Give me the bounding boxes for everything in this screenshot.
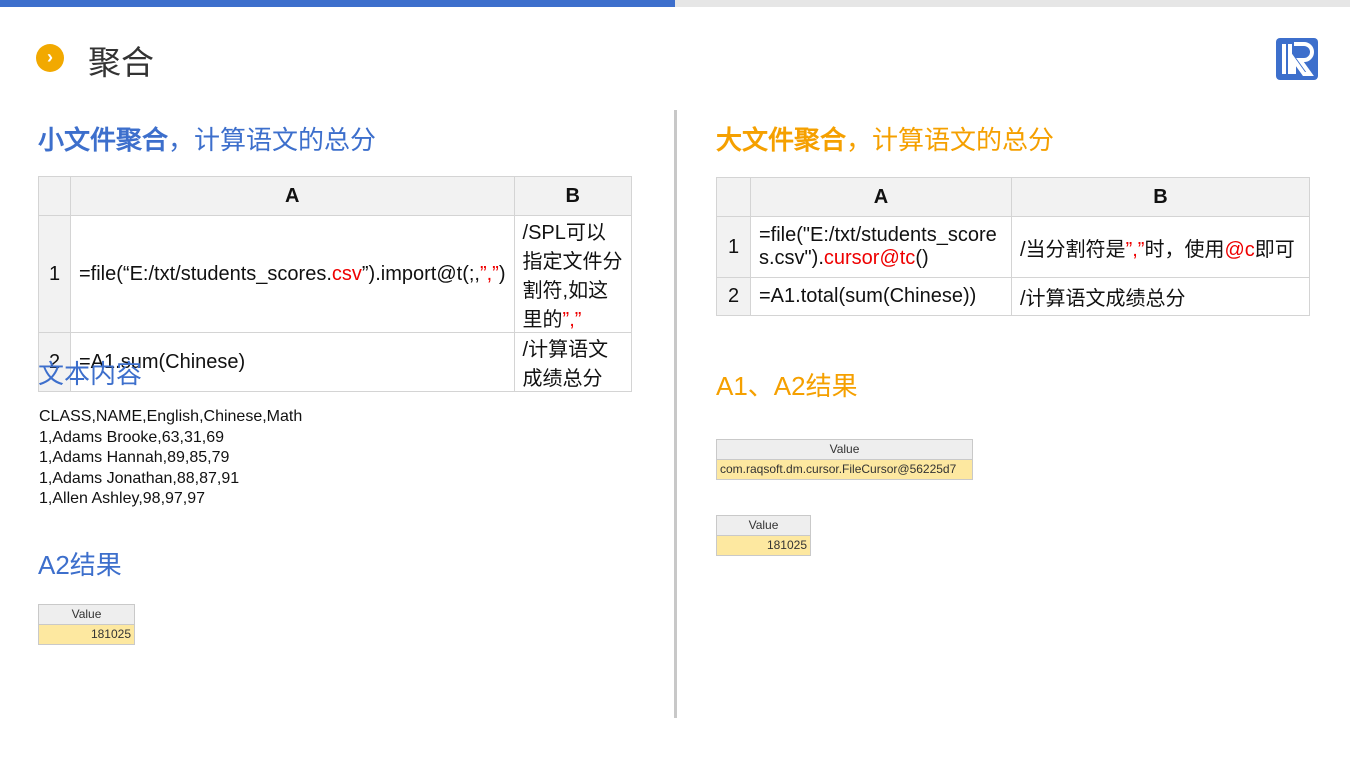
highlighted-code: c (331, 262, 342, 285)
col-header-b[interactable]: B (513, 176, 633, 216)
text-content-heading: 文本内容 (38, 359, 143, 389)
chevron-right-icon: › (36, 44, 64, 72)
highlighted-code: sv (341, 262, 362, 285)
cell-b1[interactable]: /当分割符是”,”时，使用@c即可 (1011, 216, 1310, 278)
right-result2-box: Value 181025 (716, 515, 811, 556)
right-code-table: AB 1 =file("E:/txt/students_scores.csv").… (716, 177, 1310, 316)
text-line: CLASS,NAME,English,Chinese,Math (39, 408, 303, 425)
value-header: Value (39, 605, 134, 625)
a2-result-heading: A2结果 (38, 550, 122, 580)
value-cell[interactable]: 181025 (717, 536, 810, 555)
highlighted-code: ”,” (1125, 238, 1145, 261)
code-text: =file(“E:/txt/students_scores. (79, 262, 332, 285)
table-row: 1 =file("E:/txt/students_scores.csv").cur… (716, 216, 1310, 278)
corner-cell (716, 177, 751, 217)
highlighted-code: ”,” (479, 262, 499, 285)
right-heading-rest: ，计算语文的总分 (846, 125, 1055, 155)
value-cell[interactable]: 181025 (39, 625, 134, 644)
code-text: =A1.total(sum(Chinese)) (759, 285, 977, 307)
value-cell[interactable]: com.raqsoft.dm.cursor.FileCursor@56225d7 (717, 460, 972, 479)
code-text: /计算语文成绩总分 (522, 339, 609, 390)
left-heading: 小文件聚合，计算语文的总分 (38, 120, 376, 157)
top-bar-track (675, 0, 1350, 7)
text-line: 1,Allen Ashley,98,97,97 (39, 490, 206, 508)
cell-b1[interactable]: /SPL可以指定文件分割符,如这里的”,” (513, 215, 633, 333)
right-result1-box: Value com.raqsoft.dm.cursor.FileCursor@5… (716, 439, 973, 480)
code-text: /当分割符是 (1020, 238, 1126, 261)
code-text: /计算语文成绩总分 (1020, 288, 1186, 310)
column-divider (674, 110, 677, 718)
code-text: () (915, 247, 929, 269)
col-header-a[interactable]: A (70, 176, 515, 216)
text-line: 1,Adams Jonathan,88,87,91 (39, 469, 240, 487)
table-row: 2 =A1.total(sum(Chinese)) /计算语文成绩总分 (716, 277, 1310, 316)
cell-a1[interactable]: =file("E:/txt/students_scores.csv").curs… (750, 216, 1012, 278)
text-line: 1,Adams Hannah,89,85,79 (39, 449, 230, 467)
table-row: 1 =file(“E:/txt/students_scores.csv”).imp… (38, 215, 633, 333)
corner-cell (38, 176, 71, 216)
left-result-box: Value 181025 (38, 604, 135, 645)
row-number: 1 (716, 216, 751, 278)
cell-b2[interactable]: /计算语文成绩总分 (513, 332, 633, 392)
left-heading-bold: 小文件聚合 (38, 125, 169, 155)
col-header-b[interactable]: B (1011, 177, 1310, 217)
right-heading-bold: 大文件聚合 (716, 125, 847, 155)
logo-icon (1276, 38, 1318, 80)
code-text: 时，使用 (1144, 238, 1225, 261)
text-content: CLASS,NAME,English,Chinese,Math 1,Adams … (39, 407, 302, 510)
page-title: 聚合 (88, 44, 154, 81)
row-number: 1 (38, 215, 71, 333)
right-heading: 大文件聚合，计算语文的总分 (716, 120, 1054, 157)
code-text: ”).import@t(;, (361, 262, 480, 285)
row-number: 2 (716, 277, 751, 316)
code-text: 即可 (1254, 238, 1295, 261)
value-header: Value (717, 440, 972, 460)
top-bar-accent (0, 0, 675, 7)
text-line: 1,Adams Brooke,63,31,69 (39, 428, 225, 446)
cell-b2[interactable]: /计算语文成绩总分 (1011, 277, 1310, 316)
highlighted-code: ”,” (562, 309, 582, 331)
highlighted-code: @c (1224, 238, 1255, 261)
a1-a2-result-heading: A1、A2结果 (716, 371, 858, 401)
col-header-a[interactable]: A (750, 177, 1012, 217)
value-header: Value (717, 516, 810, 536)
left-heading-rest: ，计算语文的总分 (168, 125, 377, 155)
cell-a1[interactable]: =file(“E:/txt/students_scores.csv”).impo… (70, 215, 515, 333)
highlighted-code: cursor@tc (823, 247, 916, 269)
cell-a2[interactable]: =A1.total(sum(Chinese)) (750, 277, 1012, 316)
code-text: ) (498, 262, 506, 285)
